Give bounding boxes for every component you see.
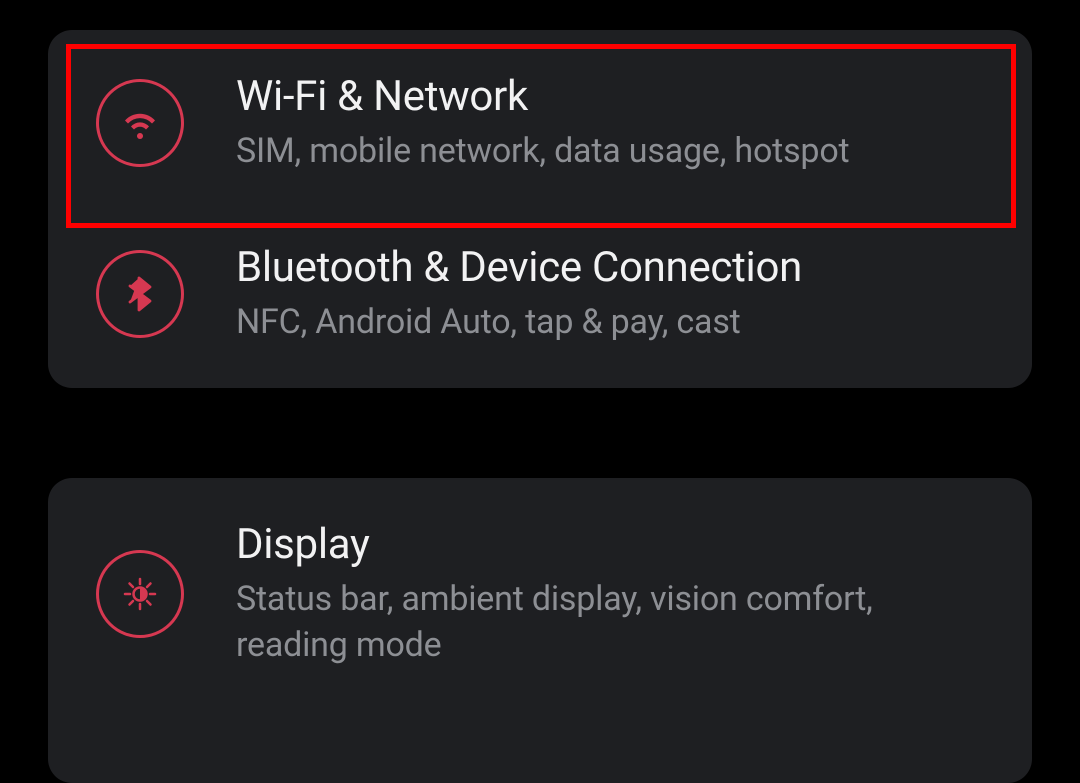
brightness-icon <box>96 550 184 638</box>
settings-item-text: Wi-Fi & Network SIM, mobile network, dat… <box>236 72 849 175</box>
settings-group-display: Display Status bar, ambient display, vis… <box>48 478 1032 783</box>
settings-item-title: Display <box>236 520 984 569</box>
settings-item-subtitle: SIM, mobile network, data usage, hotspot <box>236 129 849 175</box>
settings-item-subtitle: Status bar, ambient display, vision comf… <box>236 577 984 669</box>
settings-item-display[interactable]: Display Status bar, ambient display, vis… <box>48 486 1032 703</box>
settings-item-bluetooth-device[interactable]: Bluetooth & Device Connection NFC, Andro… <box>48 209 1032 380</box>
wifi-icon <box>96 79 184 167</box>
settings-item-text: Display Status bar, ambient display, vis… <box>236 520 984 669</box>
settings-item-text: Bluetooth & Device Connection NFC, Andro… <box>236 243 802 346</box>
settings-item-title: Bluetooth & Device Connection <box>236 243 802 292</box>
settings-group-network: Wi-Fi & Network SIM, mobile network, dat… <box>48 30 1032 388</box>
settings-item-wifi-network[interactable]: Wi-Fi & Network SIM, mobile network, dat… <box>48 38 1032 209</box>
bluetooth-icon <box>96 250 184 338</box>
settings-item-subtitle: NFC, Android Auto, tap & pay, cast <box>236 300 802 346</box>
settings-item-title: Wi-Fi & Network <box>236 72 849 121</box>
